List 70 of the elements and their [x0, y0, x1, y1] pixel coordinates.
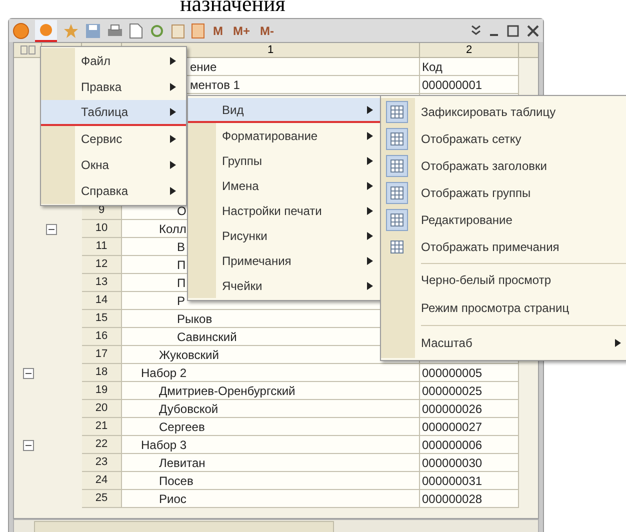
submenu-arrow-icon — [170, 108, 176, 116]
row-number: 20 — [82, 400, 122, 418]
submenu-arrow-icon — [367, 182, 373, 190]
table-cell: Набор 3 — [122, 436, 420, 454]
memory-button[interactable]: M+ — [231, 22, 252, 40]
table-cell: 000000027 — [420, 418, 519, 436]
collapse-icon[interactable] — [22, 368, 34, 378]
table-cell: 000000001 — [420, 76, 519, 94]
row-number: 22 — [82, 436, 122, 454]
table-cell: 000000005 — [420, 364, 519, 382]
star-icon[interactable] — [63, 22, 79, 38]
table-cell: Сергеев — [122, 418, 420, 436]
table-cell: 000000028 — [420, 490, 519, 508]
submenu-arrow-icon — [367, 206, 373, 214]
memory-button[interactable]: M — [211, 22, 225, 40]
table-cell: Риос — [122, 490, 420, 508]
column-header[interactable]: 2 — [420, 43, 519, 57]
row-number: 12 — [82, 256, 122, 274]
memory-button[interactable]: M- — [258, 22, 276, 40]
print-icon[interactable] — [107, 22, 123, 38]
table-cell: 000000025 — [420, 382, 519, 400]
submenu-arrow-icon — [170, 135, 176, 143]
row-number: 23 — [82, 454, 122, 472]
collapse-icon[interactable] — [22, 440, 34, 450]
table-cell: 000000031 — [420, 472, 519, 490]
page-heading: назначения — [180, 0, 286, 16]
logo-icon[interactable] — [13, 22, 29, 38]
row-number: 18 — [82, 364, 122, 382]
row-number: 14 — [82, 292, 122, 310]
row-number: 25 — [82, 490, 122, 508]
table-cell: Левитан — [122, 454, 420, 472]
scroll-thumb[interactable] — [34, 521, 334, 532]
table-cell: Посев — [122, 472, 420, 490]
row-number: 21 — [82, 418, 122, 436]
submenu-arrow-icon — [615, 339, 621, 347]
submenu-arrow-icon — [170, 161, 176, 169]
table-cell: Дмитриев-Оренбургский — [122, 382, 420, 400]
table-cell: 000000026 — [420, 400, 519, 418]
submenu-arrow-icon — [367, 256, 373, 264]
row-number: 10 — [82, 220, 122, 238]
close-icon[interactable] — [527, 24, 539, 36]
submenu-arrow-icon — [367, 282, 373, 290]
save-icon[interactable] — [85, 22, 101, 38]
submenu-arrow-icon — [170, 187, 176, 195]
row-number: 15 — [82, 310, 122, 328]
submenu-arrow-icon — [367, 156, 373, 164]
maximize-icon[interactable] — [507, 24, 519, 36]
row-number: 17 — [82, 346, 122, 364]
menu-item[interactable]: Вид — [188, 98, 381, 123]
submenu-arrow-icon — [170, 57, 176, 65]
document-icon[interactable] — [129, 22, 143, 38]
menu-button[interactable] — [35, 20, 57, 42]
chevron-icon[interactable] — [471, 24, 481, 36]
row-number: 24 — [82, 472, 122, 490]
submenu-arrow-icon — [367, 132, 373, 140]
row-number: 16 — [82, 328, 122, 346]
row-number: 11 — [82, 238, 122, 256]
menu-item[interactable]: Таблица — [41, 100, 186, 126]
submenu-arrow-icon — [367, 106, 373, 114]
submenu-arrow-icon — [367, 232, 373, 240]
collapse-icon[interactable] — [46, 224, 57, 234]
submenu-arrow-icon — [170, 83, 176, 91]
table-cell: Дубовской — [122, 400, 420, 418]
table-cell: 000000030 — [420, 454, 519, 472]
table-cell: Код — [420, 58, 519, 76]
table-cell: 000000006 — [420, 436, 519, 454]
row-number: 13 — [82, 274, 122, 292]
horizontal-scrollbar[interactable] — [13, 519, 539, 532]
table-cell: Набор 2 — [122, 364, 420, 382]
row-number: 19 — [82, 382, 122, 400]
